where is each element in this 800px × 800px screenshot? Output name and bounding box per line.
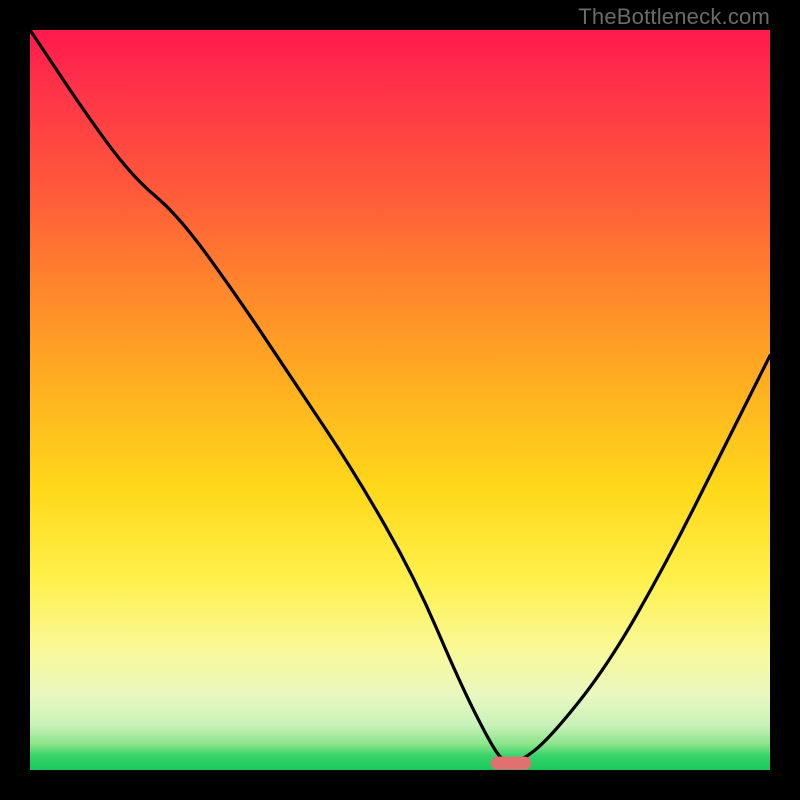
curve-layer bbox=[30, 30, 770, 770]
chart-frame: TheBottleneck.com bbox=[0, 0, 800, 800]
plot-area bbox=[30, 30, 770, 770]
bottleneck-curve bbox=[30, 30, 770, 763]
optimal-marker bbox=[491, 757, 531, 770]
watermark-text: TheBottleneck.com bbox=[578, 4, 770, 30]
